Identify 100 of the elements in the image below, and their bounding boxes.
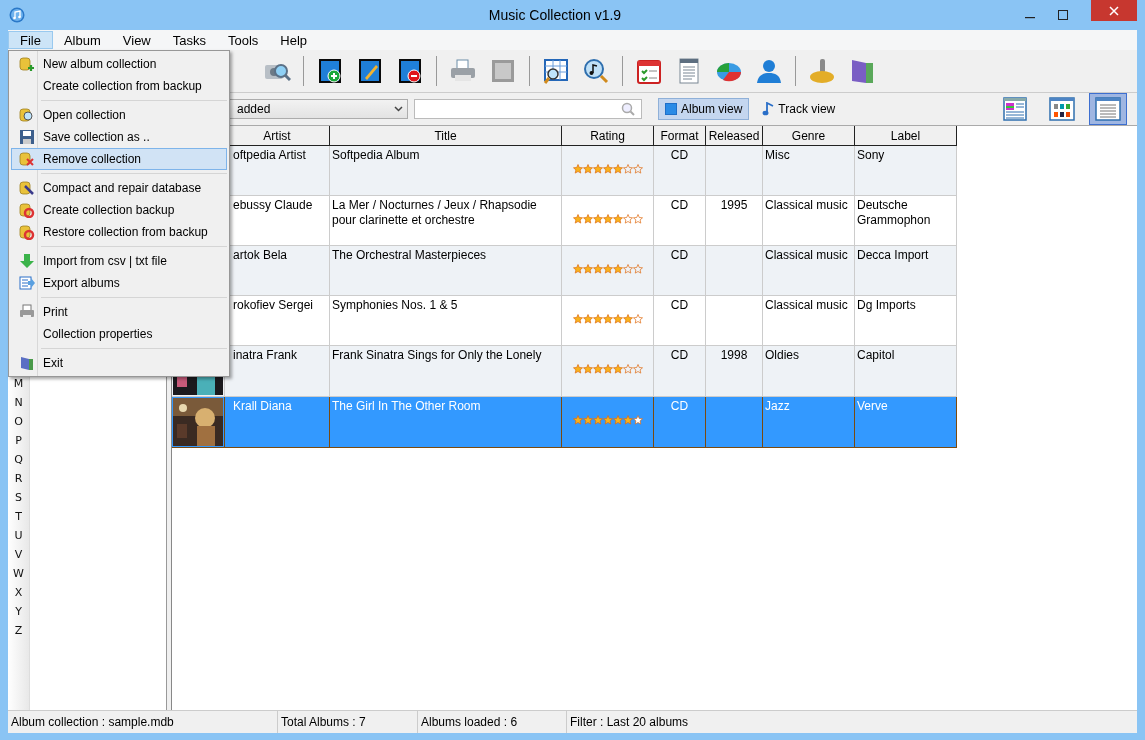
star-icon bbox=[612, 214, 623, 224]
search-icon bbox=[621, 102, 635, 116]
menu-item[interactable]: Compact and repair database bbox=[11, 177, 227, 199]
star-icon bbox=[582, 415, 593, 425]
table-cell: CD bbox=[670, 198, 689, 213]
table-cell: CD bbox=[670, 298, 689, 313]
table-cell: CD bbox=[670, 399, 689, 414]
letter-index-item[interactable]: U bbox=[14, 526, 23, 545]
table-cell: CD bbox=[670, 248, 689, 263]
star-icon bbox=[602, 164, 613, 174]
table-cell: Classical music bbox=[765, 248, 848, 263]
chevron-down-icon bbox=[394, 106, 403, 112]
edit-album-icon[interactable] bbox=[356, 57, 384, 85]
status-text: Filter : Last 20 albums bbox=[569, 714, 690, 731]
letter-index-item[interactable]: M bbox=[13, 374, 24, 393]
add-album-icon[interactable] bbox=[316, 57, 344, 85]
column-header[interactable]: Released bbox=[705, 126, 763, 146]
star-icon bbox=[632, 364, 643, 374]
table-cell-text: Deutsche Grammophon bbox=[857, 198, 932, 228]
table-cell: inatra Frank bbox=[233, 348, 298, 363]
menu-item[interactable]: Create collection backup bbox=[11, 199, 227, 221]
table-search-icon[interactable] bbox=[542, 57, 570, 85]
star-icon bbox=[622, 415, 633, 425]
table-cell: Capitol bbox=[857, 348, 895, 363]
star-icon bbox=[572, 314, 583, 324]
star-icon bbox=[632, 415, 643, 425]
star-icon bbox=[622, 364, 633, 374]
star-icon bbox=[622, 314, 633, 324]
close-button[interactable] bbox=[1091, 0, 1137, 21]
table-cell: Symphonies Nos. 1 & 5 bbox=[332, 298, 458, 313]
menu-item[interactable]: File bbox=[8, 31, 53, 49]
letter-index-item[interactable]: O bbox=[14, 412, 23, 431]
star-icon bbox=[592, 264, 603, 274]
star-icon bbox=[592, 415, 603, 425]
joystick-icon[interactable] bbox=[808, 57, 836, 85]
star-icon bbox=[572, 364, 583, 374]
star-icon bbox=[622, 164, 633, 174]
menu-item[interactable]: Export albums bbox=[11, 272, 227, 294]
app-icon bbox=[9, 7, 25, 23]
menu-item[interactable]: View bbox=[111, 31, 162, 49]
menu-item[interactable]: Album bbox=[52, 31, 112, 49]
table-cell: ebussy Claude bbox=[233, 198, 313, 213]
column-header[interactable]: Rating bbox=[561, 126, 654, 146]
star-icon bbox=[582, 164, 593, 174]
letter-index-item[interactable]: S bbox=[15, 488, 22, 507]
column-header[interactable]: Format bbox=[653, 126, 706, 146]
table-cell: Decca Import bbox=[857, 248, 929, 263]
star-icon bbox=[612, 314, 623, 324]
menu-item[interactable]: Collection properties bbox=[11, 323, 227, 345]
star-icon bbox=[572, 264, 583, 274]
star-icon bbox=[632, 214, 643, 224]
menu-item[interactable]: Help bbox=[269, 31, 319, 49]
remove-album-icon[interactable] bbox=[396, 57, 424, 85]
list-layout-icon[interactable] bbox=[1089, 93, 1127, 125]
star-icon bbox=[632, 164, 643, 174]
search-field[interactable] bbox=[414, 99, 642, 119]
view-tab[interactable]: Track view bbox=[755, 98, 843, 120]
table-cell-text: La Mer / Nocturnes / Jeux / Rhapsodie pour clarinette et orchestre bbox=[332, 198, 538, 228]
star-icon bbox=[602, 364, 613, 374]
music-search-icon[interactable] bbox=[582, 57, 610, 85]
letter-index-item[interactable]: Y bbox=[15, 602, 22, 621]
letter-index-item[interactable]: P bbox=[15, 431, 22, 450]
letter-index-item[interactable]: N bbox=[14, 393, 23, 412]
close-icon bbox=[1109, 5, 1119, 16]
menu-item[interactable]: Import from csv | txt file bbox=[11, 250, 227, 272]
column-header[interactable]: Label bbox=[854, 126, 957, 146]
star-icon bbox=[612, 415, 623, 425]
view-tab[interactable]: Album view bbox=[658, 98, 750, 120]
column-header[interactable]: Genre bbox=[762, 126, 855, 146]
table-cell: rokofiev Sergei bbox=[233, 298, 314, 313]
letter-index-item[interactable]: W bbox=[13, 564, 24, 583]
calendar-icon[interactable] bbox=[635, 57, 663, 85]
menu-item[interactable]: Create collection from backup bbox=[11, 75, 227, 97]
table-cell: The Girl In The Other Room bbox=[332, 399, 481, 414]
column-header[interactable]: Title bbox=[329, 126, 562, 146]
letter-index-item[interactable]: X bbox=[14, 583, 23, 602]
letter-index-item[interactable]: V bbox=[14, 545, 23, 564]
table-cell: Softpedia Album bbox=[332, 148, 420, 163]
menu-item[interactable]: Remove collection bbox=[11, 148, 227, 170]
menu-item[interactable]: Save collection as .. bbox=[11, 126, 227, 148]
star-icon bbox=[592, 314, 603, 324]
star-icon bbox=[592, 214, 603, 224]
menu-item[interactable]: Tasks bbox=[161, 31, 217, 49]
menu-item[interactable]: Print bbox=[11, 301, 227, 323]
letter-index-item[interactable]: T bbox=[15, 507, 22, 526]
maximize-icon[interactable] bbox=[1058, 10, 1068, 20]
star-icon bbox=[572, 214, 583, 224]
star-icon bbox=[602, 264, 613, 274]
user-icon[interactable] bbox=[755, 57, 783, 85]
letter-index-item[interactable]: Q bbox=[14, 450, 23, 469]
star-icon bbox=[602, 415, 613, 425]
menu-item[interactable]: Tools bbox=[217, 31, 270, 49]
letter-index-item[interactable]: R bbox=[14, 469, 23, 488]
letter-index-item[interactable]: Z bbox=[14, 621, 23, 640]
menu-item[interactable]: New album collection bbox=[11, 53, 227, 75]
menu-item[interactable]: Restore collection from backup bbox=[11, 221, 227, 243]
menu-item[interactable]: Exit bbox=[11, 352, 227, 374]
star-icon bbox=[592, 164, 603, 174]
star-icon bbox=[582, 364, 593, 374]
table-cell: Sony bbox=[857, 148, 885, 163]
